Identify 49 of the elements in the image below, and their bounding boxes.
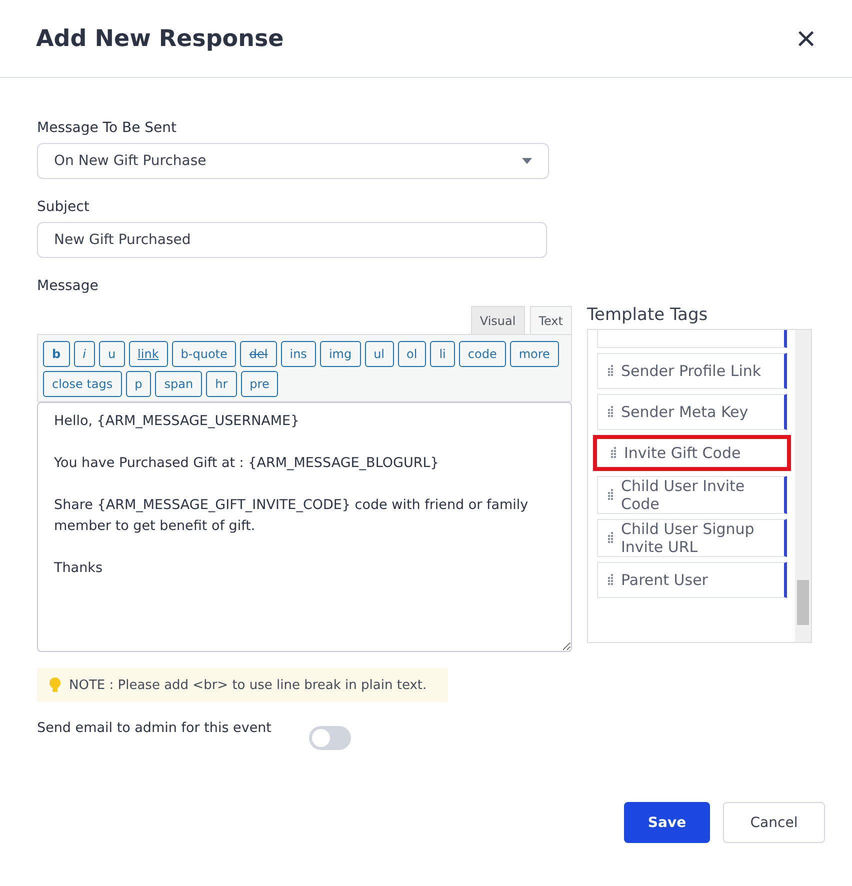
panel-title: Template Tags xyxy=(587,305,709,325)
format-button[interactable]: b-quote xyxy=(172,341,236,367)
close-button[interactable]: × xyxy=(796,22,816,56)
field-label: Subject xyxy=(37,199,90,215)
format-button[interactable]: li xyxy=(430,341,455,367)
format-button[interactable]: more xyxy=(510,341,559,367)
lightbulb-icon xyxy=(49,677,61,693)
switch-label: Send email to admin for this event xyxy=(37,720,272,736)
grip-icon xyxy=(611,447,617,459)
format-button[interactable]: ol xyxy=(398,341,426,367)
grip-icon xyxy=(608,489,614,501)
format-button[interactable]: code xyxy=(458,341,506,367)
tag-item[interactable]: Parent User xyxy=(597,562,787,598)
message-type-dropdown[interactable]: On New Gift Purchase xyxy=(37,143,549,179)
format-button[interactable]: img xyxy=(320,341,361,367)
tag-item[interactable]: Child User Invite Code xyxy=(597,476,787,514)
grip-icon xyxy=(608,574,614,586)
note-text: NOTE : Please add <br> to use line break in plain text. xyxy=(69,678,427,692)
field-label: Message xyxy=(37,278,100,294)
tag-item[interactable]: Invite Gift Code xyxy=(593,435,791,471)
format-button[interactable]: hr xyxy=(206,371,237,397)
caret-icon xyxy=(522,158,532,164)
format-button[interactable]: pre xyxy=(240,371,278,397)
format-button[interactable]: u xyxy=(98,341,125,367)
format-button[interactable]: p xyxy=(126,371,152,397)
format-button[interactable]: del xyxy=(240,341,277,367)
tag-item[interactable]: Sender Meta Key xyxy=(597,394,787,430)
format-button[interactable]: ul xyxy=(364,341,394,367)
field-label: Message To Be Sent xyxy=(37,120,178,136)
save-button[interactable]: Save xyxy=(624,802,710,843)
admin-email-toggle[interactable] xyxy=(309,726,352,750)
editor-tab[interactable]: Visual xyxy=(470,306,525,334)
format-button[interactable]: ins xyxy=(280,341,316,367)
dialog-title: Add New Response xyxy=(36,26,284,52)
tag-item[interactable]: Child User Signup Invite URL xyxy=(597,519,787,557)
format-button[interactable]: span xyxy=(155,371,202,397)
format-button[interactable]: b xyxy=(43,341,70,367)
format-button[interactable]: i xyxy=(74,341,95,367)
cancel-button[interactable]: Cancel xyxy=(723,802,825,843)
grip-icon xyxy=(608,365,614,377)
editor-tab[interactable]: Text xyxy=(530,306,572,334)
grip-icon xyxy=(608,532,614,544)
scrollbar[interactable] xyxy=(795,330,811,642)
tag-item[interactable]: Sender Profile Link xyxy=(597,353,787,389)
subject-field[interactable]: New Gift Purchased xyxy=(37,222,547,258)
format-button[interactable]: link xyxy=(128,341,168,367)
grip-icon xyxy=(608,406,614,418)
format-button[interactable]: close tags xyxy=(43,371,122,397)
message-field[interactable]: Hello, {ARM_MESSAGE_USERNAME} You have Purchased Gift at : {ARM_MESSAGE_BLOGURL} Share {ARM_MESSAGE_GIFT_INVITE_CODE} code with friend or family member to get benefit of gift. Thanks xyxy=(37,402,572,652)
